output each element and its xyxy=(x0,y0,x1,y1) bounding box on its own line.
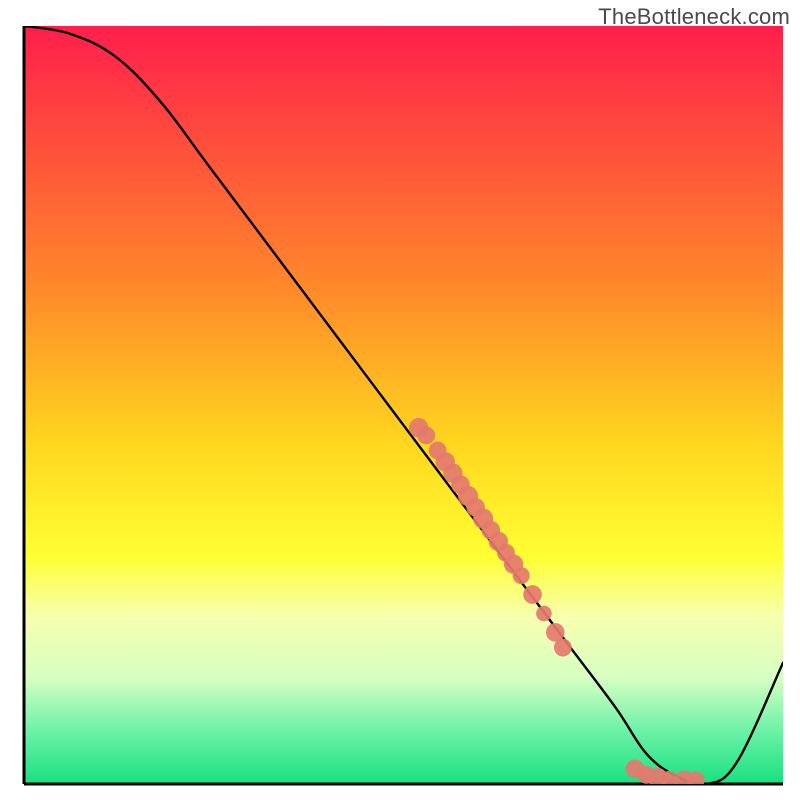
data-point xyxy=(513,567,530,584)
data-point xyxy=(536,606,552,622)
data-point xyxy=(523,585,542,604)
data-point xyxy=(554,639,572,657)
attribution-text: TheBottleneck.com xyxy=(598,4,790,30)
plot-background-gradient xyxy=(24,26,783,784)
data-point xyxy=(417,426,435,444)
data-point xyxy=(687,771,705,789)
bottleneck-chart xyxy=(0,0,800,800)
chart-frame: TheBottleneck.com xyxy=(0,0,800,800)
